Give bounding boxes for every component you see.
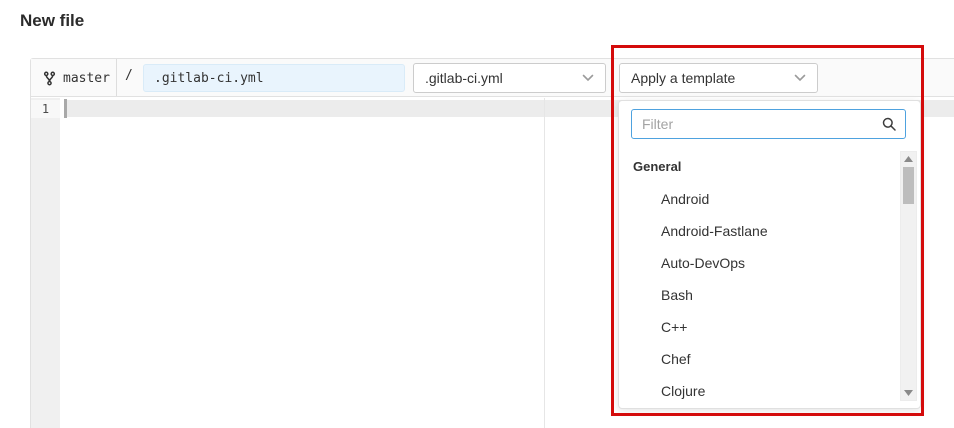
branch-name: master <box>63 71 110 86</box>
search-icon <box>881 116 897 132</box>
path-separator: / <box>125 68 133 83</box>
template-section-header: General <box>619 151 898 183</box>
scroll-up-button[interactable] <box>901 152 916 166</box>
template-item-android-fastlane[interactable]: Android-Fastlane <box>619 215 898 247</box>
template-item-bash[interactable]: Bash <box>619 279 898 311</box>
chevron-down-icon <box>794 74 806 82</box>
template-dropdown-panel: General Android Android-Fastlane Auto-De… <box>618 100 921 409</box>
triangle-up-icon <box>904 156 913 162</box>
template-item-android[interactable]: Android <box>619 183 898 215</box>
apply-template-select[interactable]: Apply a template <box>619 63 818 93</box>
toolbar-divider <box>116 59 117 96</box>
line-number: 1 <box>31 100 60 118</box>
editor-gutter: 1 <box>31 98 60 428</box>
branch-selector: master <box>43 59 110 97</box>
template-item-chef[interactable]: Chef <box>619 343 898 375</box>
dropdown-scrollbar[interactable] <box>900 151 917 401</box>
triangle-down-icon <box>904 390 913 396</box>
chevron-down-icon <box>582 74 594 82</box>
template-item-auto-devops[interactable]: Auto-DevOps <box>619 247 898 279</box>
git-branch-icon <box>43 71 56 86</box>
text-cursor <box>64 99 67 118</box>
filter-field-wrapper <box>631 109 906 139</box>
filename-input[interactable] <box>143 64 405 92</box>
template-type-value: .gitlab-ci.yml <box>425 70 503 86</box>
filter-input[interactable] <box>631 109 906 139</box>
template-item-clojure[interactable]: Clojure <box>619 375 898 407</box>
file-toolbar: master / .gitlab-ci.yml Apply a template <box>31 59 954 97</box>
page-title: New file <box>20 11 84 31</box>
print-margin-line <box>544 98 545 428</box>
apply-template-label: Apply a template <box>631 70 735 86</box>
scrollbar-thumb[interactable] <box>903 167 914 204</box>
template-list: General Android Android-Fastlane Auto-De… <box>619 151 898 407</box>
template-type-select[interactable]: .gitlab-ci.yml <box>413 63 606 93</box>
scroll-down-button[interactable] <box>901 386 916 400</box>
template-item-cpp[interactable]: C++ <box>619 311 898 343</box>
